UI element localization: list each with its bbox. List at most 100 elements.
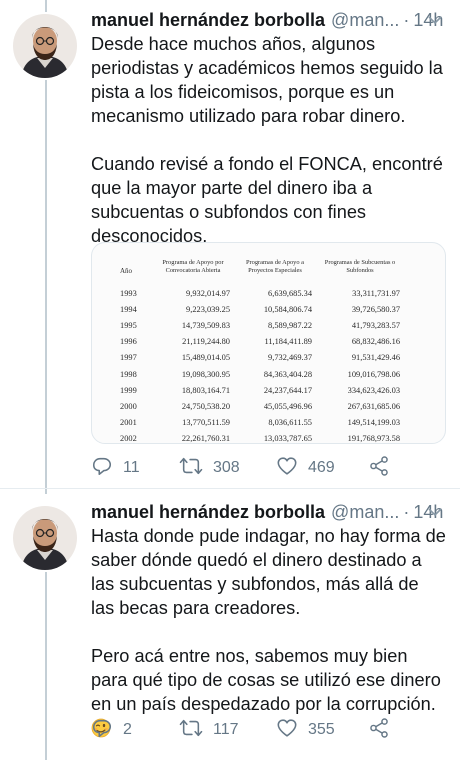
tweet-actions: 2 117 355 bbox=[91, 717, 431, 743]
amount-cell: 68,832,486.16 bbox=[351, 337, 400, 347]
year-cell: 1994 bbox=[120, 304, 137, 314]
tweet-header: manuel hernández borbolla @man... · 14h bbox=[91, 8, 448, 32]
tweet-text: Hasta donde pude indagar, no hay forma d… bbox=[91, 524, 446, 740]
tweet-1[interactable]: manuel hernández borbolla @man... · 14h … bbox=[0, 8, 460, 488]
fonca-table: Año Programa de Apoyo por Convocatoria A… bbox=[118, 259, 404, 444]
separator-dot: · bbox=[403, 10, 410, 30]
amount-cell: 10,584,806.74 bbox=[263, 304, 312, 314]
year-cell: 2000 bbox=[120, 401, 137, 411]
reply-count: 11 bbox=[123, 459, 140, 476]
amount-cell: 11,184,411.89 bbox=[264, 337, 312, 347]
amount-cell: 19,098,300.95 bbox=[181, 369, 230, 379]
heart-icon bbox=[276, 717, 298, 744]
amount-cell: 9,223,039.25 bbox=[186, 304, 230, 314]
tweet-paragraph: Cuando revisé a fondo el FONCA, encontré… bbox=[91, 154, 443, 246]
tweet-header: manuel hernández borbolla @man... · 14h bbox=[91, 500, 448, 524]
amount-cell: 39,726,580.37 bbox=[351, 304, 400, 314]
author-name[interactable]: manuel hernández borbolla bbox=[91, 500, 325, 524]
tweet-2[interactable]: manuel hernández borbolla @man... · 14h … bbox=[0, 500, 460, 760]
amount-cell: 13,033,787.65 bbox=[263, 434, 312, 444]
reply-icon bbox=[91, 717, 113, 744]
column-header: Programas de Apoyo a Proyectos Especiale… bbox=[245, 259, 305, 274]
retweet-button[interactable]: 308 bbox=[179, 455, 240, 481]
chevron-down-icon[interactable] bbox=[426, 500, 444, 524]
table-row: 1997 15,489,014.05 9,732,469.37 91,531,429.… bbox=[118, 350, 404, 366]
table-row: 1999 18,803,164.71 24,237,644.17 334,623,42… bbox=[118, 382, 404, 398]
like-button[interactable]: 355 bbox=[276, 717, 335, 743]
column-header: Programa de Apoyo por Convocatoria Abier… bbox=[162, 259, 224, 274]
year-cell: 1999 bbox=[120, 385, 137, 395]
amount-cell: 9,932,014.97 bbox=[186, 288, 230, 298]
share-icon bbox=[368, 717, 390, 744]
like-count: 469 bbox=[308, 459, 335, 476]
amount-cell: 24,237,644.17 bbox=[263, 385, 312, 395]
reply-button[interactable]: 2 bbox=[91, 717, 132, 743]
column-header: Programas de Subcuentas o Subfondos bbox=[324, 259, 396, 274]
year-cell: 1996 bbox=[120, 337, 137, 347]
year-cell: 1995 bbox=[120, 320, 137, 330]
share-icon bbox=[368, 455, 390, 482]
like-count: 355 bbox=[308, 721, 335, 738]
reply-count: 2 bbox=[123, 721, 132, 738]
retweet-icon bbox=[179, 717, 203, 744]
avatar[interactable] bbox=[13, 14, 77, 78]
amount-cell: 14,739,509.83 bbox=[181, 320, 230, 330]
amount-cell: 8,036,611.55 bbox=[268, 418, 312, 428]
amount-cell: 91,531,429.46 bbox=[351, 353, 400, 363]
author-handle[interactable]: @man... bbox=[331, 500, 399, 524]
amount-cell: 18,803,164.71 bbox=[181, 385, 230, 395]
amount-cell: 22,261,760.31 bbox=[181, 434, 230, 444]
tweet-paragraph: Pero acá entre nos, sabemos muy bien par… bbox=[91, 646, 441, 714]
year-cell: 1998 bbox=[120, 369, 137, 379]
media-table-image[interactable]: Año Programa de Apoyo por Convocatoria A… bbox=[91, 242, 446, 444]
share-button[interactable] bbox=[368, 455, 390, 481]
amount-cell: 13,770,511.59 bbox=[182, 418, 230, 428]
amount-cell: 45,055,496.96 bbox=[263, 401, 312, 411]
tweet-actions: 11 308 469 bbox=[91, 455, 431, 481]
year-cell: 2001 bbox=[120, 418, 137, 428]
separator-dot: · bbox=[403, 502, 410, 522]
table-row: 1995 14,739,509.83 8,589,987.22 41,793,283.… bbox=[118, 317, 404, 333]
amount-cell: 149,514,199.03 bbox=[347, 418, 400, 428]
table-row: 2000 24,750,538.20 45,055,496.96 267,631,68… bbox=[118, 398, 404, 414]
tweet-text: Desde hace muchos años, algunos periodis… bbox=[91, 32, 446, 248]
retweet-count: 117 bbox=[213, 721, 239, 738]
amount-cell: 6,639,685.34 bbox=[268, 288, 312, 298]
tweet-divider bbox=[0, 488, 460, 489]
table-row: 2002 22,261,760.31 13,033,787.65 191,768,97… bbox=[118, 431, 404, 444]
table-row: 1994 9,223,039.25 10,584,806.74 39,726,580.… bbox=[118, 301, 404, 317]
amount-cell: 191,768,973.58 bbox=[347, 434, 400, 444]
retweet-button[interactable]: 117 bbox=[179, 717, 239, 743]
share-button[interactable] bbox=[368, 717, 390, 743]
author-name[interactable]: manuel hernández borbolla bbox=[91, 8, 325, 32]
year-cell: 2002 bbox=[120, 434, 137, 444]
table-row: 1996 21,119,244.80 11,184,411.89 68,832,486… bbox=[118, 334, 404, 350]
like-button[interactable]: 469 bbox=[276, 455, 335, 481]
amount-cell: 24,750,538.20 bbox=[181, 401, 230, 411]
reply-button[interactable]: 11 bbox=[91, 455, 140, 481]
tweet-paragraph: Hasta donde pude indagar, no hay forma d… bbox=[91, 526, 446, 618]
amount-cell: 267,631,685.06 bbox=[347, 401, 400, 411]
avatar[interactable] bbox=[13, 506, 77, 570]
amount-cell: 8,589,987.22 bbox=[268, 320, 312, 330]
amount-cell: 21,119,244.80 bbox=[182, 337, 230, 347]
author-handle[interactable]: @man... bbox=[331, 8, 399, 32]
chevron-down-icon[interactable] bbox=[426, 8, 444, 32]
table-row: 1998 19,098,300.95 84,363,404.28 109,016,79… bbox=[118, 366, 404, 382]
amount-cell: 109,016,798.06 bbox=[347, 369, 400, 379]
column-header: Año bbox=[120, 267, 133, 275]
amount-cell: 9,732,469.37 bbox=[268, 353, 312, 363]
tweet-paragraph: Desde hace muchos años, algunos periodis… bbox=[91, 34, 443, 126]
reply-icon bbox=[91, 455, 113, 482]
amount-cell: 41,793,283.57 bbox=[351, 320, 400, 330]
amount-cell: 334,623,426.03 bbox=[347, 385, 400, 395]
table-row: 2001 13,770,511.59 8,036,611.55 149,514,199… bbox=[118, 415, 404, 431]
heart-icon bbox=[276, 455, 298, 482]
amount-cell: 84,363,404.28 bbox=[263, 369, 312, 379]
table-row: 1993 9,932,014.97 6,639,685.34 33,311,731.9… bbox=[118, 285, 404, 301]
retweet-count: 308 bbox=[213, 459, 240, 476]
year-cell: 1997 bbox=[120, 353, 137, 363]
amount-cell: 15,489,014.05 bbox=[181, 353, 230, 363]
retweet-icon bbox=[179, 455, 203, 482]
amount-cell: 33,311,731.97 bbox=[352, 288, 400, 298]
